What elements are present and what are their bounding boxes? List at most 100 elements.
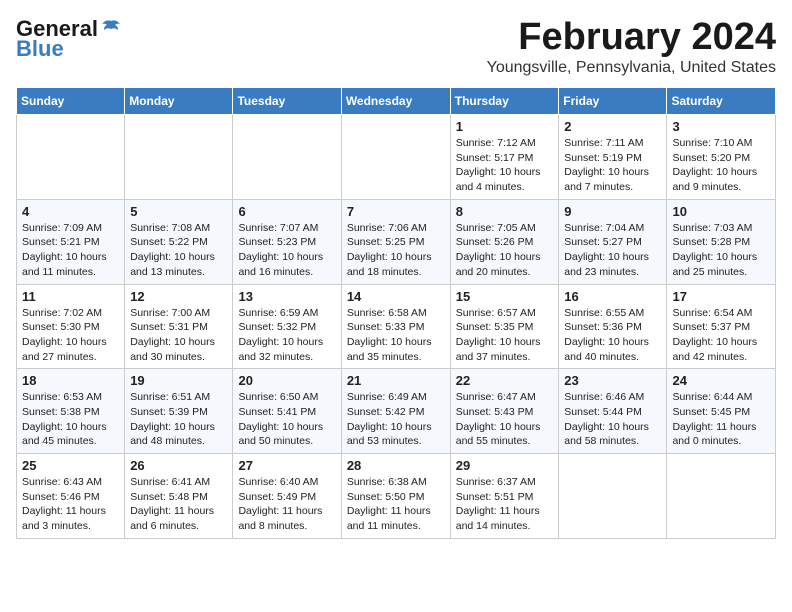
calendar-cell: 3Sunrise: 7:10 AM Sunset: 5:20 PM Daylig… (667, 115, 776, 200)
calendar-cell: 17 Sunrise: 6:54 AM Sunset: 5:37 PM Dayli… (667, 284, 776, 369)
day-number: 7 (347, 204, 445, 219)
calendar-cell: 4 Sunrise: 7:09 AM Sunset: 5:21 PM Daylig… (17, 199, 125, 284)
calendar-cell (341, 115, 450, 200)
weekday-header-saturday: Saturday (667, 88, 776, 115)
day-info: Sunrise: 6:49 AM Sunset: 5:42 PM Dayligh… (347, 390, 445, 449)
day-info: Sunrise: 6:54 AM Sunset: 5:37 PM Dayligh… (672, 306, 770, 365)
calendar-cell: 22Sunrise: 6:47 AM Sunset: 5:43 PM Dayli… (450, 369, 559, 454)
day-number: 9 (564, 204, 661, 219)
calendar-cell: 18 Sunrise: 6:53 AM Sunset: 5:38 PM Dayli… (17, 369, 125, 454)
day-number: 15 (456, 289, 554, 304)
calendar-cell: 24 Sunrise: 6:44 AM Sunset: 5:45 PM Dayli… (667, 369, 776, 454)
calendar-cell (17, 115, 125, 200)
location-title: Youngsville, Pennsylvania, United States (487, 59, 776, 77)
calendar-cell: 13 Sunrise: 6:59 AM Sunset: 5:32 PM Dayli… (233, 284, 341, 369)
calendar-week-row: 1Sunrise: 7:12 AM Sunset: 5:17 PM Daylig… (17, 115, 776, 200)
calendar-cell: 1Sunrise: 7:12 AM Sunset: 5:17 PM Daylig… (450, 115, 559, 200)
calendar-cell: 16Sunrise: 6:55 AM Sunset: 5:36 PM Dayli… (559, 284, 667, 369)
logo: General Blue (16, 16, 122, 62)
day-number: 25 (22, 458, 119, 473)
day-number: 19 (130, 373, 227, 388)
day-number: 24 (672, 373, 770, 388)
day-info: Sunrise: 7:04 AM Sunset: 5:27 PM Dayligh… (564, 221, 661, 280)
logo-blue: Blue (16, 36, 64, 62)
day-info: Sunrise: 6:58 AM Sunset: 5:33 PM Dayligh… (347, 306, 445, 365)
calendar-table: SundayMondayTuesdayWednesdayThursdayFrid… (16, 87, 776, 539)
calendar-cell: 29Sunrise: 6:37 AM Sunset: 5:51 PM Dayli… (450, 454, 559, 539)
weekday-header-sunday: Sunday (17, 88, 125, 115)
day-number: 14 (347, 289, 445, 304)
day-number: 28 (347, 458, 445, 473)
calendar-cell: 5 Sunrise: 7:08 AM Sunset: 5:22 PM Daylig… (125, 199, 233, 284)
day-info: Sunrise: 7:06 AM Sunset: 5:25 PM Dayligh… (347, 221, 445, 280)
day-number: 12 (130, 289, 227, 304)
day-number: 5 (130, 204, 227, 219)
calendar-cell (559, 454, 667, 539)
calendar-week-row: 18 Sunrise: 6:53 AM Sunset: 5:38 PM Dayli… (17, 369, 776, 454)
day-info: Sunrise: 6:55 AM Sunset: 5:36 PM Dayligh… (564, 306, 661, 365)
calendar-cell: 28 Sunrise: 6:38 AM Sunset: 5:50 PM Dayli… (341, 454, 450, 539)
calendar-cell: 21 Sunrise: 6:49 AM Sunset: 5:42 PM Dayli… (341, 369, 450, 454)
day-info: Sunrise: 7:11 AM Sunset: 5:19 PM Dayligh… (564, 136, 661, 195)
calendar-week-row: 11Sunrise: 7:02 AM Sunset: 5:30 PM Dayli… (17, 284, 776, 369)
title-area: February 2024 Youngsville, Pennsylvania,… (487, 16, 776, 77)
day-info: Sunrise: 6:51 AM Sunset: 5:39 PM Dayligh… (130, 390, 227, 449)
calendar-cell: 19 Sunrise: 6:51 AM Sunset: 5:39 PM Dayli… (125, 369, 233, 454)
calendar-cell: 26 Sunrise: 6:41 AM Sunset: 5:48 PM Dayli… (125, 454, 233, 539)
day-info: Sunrise: 7:09 AM Sunset: 5:21 PM Dayligh… (22, 221, 119, 280)
day-info: Sunrise: 6:59 AM Sunset: 5:32 PM Dayligh… (238, 306, 335, 365)
calendar-cell: 25 Sunrise: 6:43 AM Sunset: 5:46 PM Dayli… (17, 454, 125, 539)
calendar-cell (233, 115, 341, 200)
day-info: Sunrise: 7:03 AM Sunset: 5:28 PM Dayligh… (672, 221, 770, 280)
day-number: 4 (22, 204, 119, 219)
day-number: 2 (564, 119, 661, 134)
calendar-cell: 6Sunrise: 7:07 AM Sunset: 5:23 PM Daylig… (233, 199, 341, 284)
weekday-header-row: SundayMondayTuesdayWednesdayThursdayFrid… (17, 88, 776, 115)
calendar-cell: 2 Sunrise: 7:11 AM Sunset: 5:19 PM Daylig… (559, 115, 667, 200)
day-number: 13 (238, 289, 335, 304)
weekday-header-wednesday: Wednesday (341, 88, 450, 115)
day-info: Sunrise: 6:57 AM Sunset: 5:35 PM Dayligh… (456, 306, 554, 365)
day-info: Sunrise: 7:07 AM Sunset: 5:23 PM Dayligh… (238, 221, 335, 280)
day-number: 20 (238, 373, 335, 388)
page-header: General Blue February 2024 Youngsville, … (16, 16, 776, 77)
calendar-cell (667, 454, 776, 539)
day-info: Sunrise: 6:53 AM Sunset: 5:38 PM Dayligh… (22, 390, 119, 449)
calendar-cell: 11Sunrise: 7:02 AM Sunset: 5:30 PM Dayli… (17, 284, 125, 369)
weekday-header-thursday: Thursday (450, 88, 559, 115)
calendar-cell: 8 Sunrise: 7:05 AM Sunset: 5:26 PM Daylig… (450, 199, 559, 284)
weekday-header-tuesday: Tuesday (233, 88, 341, 115)
day-info: Sunrise: 6:43 AM Sunset: 5:46 PM Dayligh… (22, 475, 119, 534)
day-info: Sunrise: 6:50 AM Sunset: 5:41 PM Dayligh… (238, 390, 335, 449)
calendar-cell: 14 Sunrise: 6:58 AM Sunset: 5:33 PM Dayli… (341, 284, 450, 369)
calendar-cell: 10Sunrise: 7:03 AM Sunset: 5:28 PM Dayli… (667, 199, 776, 284)
day-info: Sunrise: 6:46 AM Sunset: 5:44 PM Dayligh… (564, 390, 661, 449)
day-info: Sunrise: 6:41 AM Sunset: 5:48 PM Dayligh… (130, 475, 227, 534)
calendar-cell: 12 Sunrise: 7:00 AM Sunset: 5:31 PM Dayli… (125, 284, 233, 369)
day-info: Sunrise: 7:05 AM Sunset: 5:26 PM Dayligh… (456, 221, 554, 280)
calendar-week-row: 25 Sunrise: 6:43 AM Sunset: 5:46 PM Dayli… (17, 454, 776, 539)
month-title: February 2024 (487, 16, 776, 59)
day-info: Sunrise: 6:37 AM Sunset: 5:51 PM Dayligh… (456, 475, 554, 534)
calendar-cell: 9 Sunrise: 7:04 AM Sunset: 5:27 PM Daylig… (559, 199, 667, 284)
day-info: Sunrise: 7:02 AM Sunset: 5:30 PM Dayligh… (22, 306, 119, 365)
day-number: 18 (22, 373, 119, 388)
day-number: 26 (130, 458, 227, 473)
day-number: 21 (347, 373, 445, 388)
calendar-week-row: 4 Sunrise: 7:09 AM Sunset: 5:21 PM Daylig… (17, 199, 776, 284)
calendar-cell: 20 Sunrise: 6:50 AM Sunset: 5:41 PM Dayli… (233, 369, 341, 454)
day-number: 23 (564, 373, 661, 388)
day-info: Sunrise: 6:38 AM Sunset: 5:50 PM Dayligh… (347, 475, 445, 534)
calendar-cell: 23 Sunrise: 6:46 AM Sunset: 5:44 PM Dayli… (559, 369, 667, 454)
day-info: Sunrise: 7:00 AM Sunset: 5:31 PM Dayligh… (130, 306, 227, 365)
day-number: 17 (672, 289, 770, 304)
day-number: 1 (456, 119, 554, 134)
logo-bird-icon (100, 19, 122, 39)
day-number: 27 (238, 458, 335, 473)
day-number: 8 (456, 204, 554, 219)
day-info: Sunrise: 6:44 AM Sunset: 5:45 PM Dayligh… (672, 390, 770, 449)
day-info: Sunrise: 7:08 AM Sunset: 5:22 PM Dayligh… (130, 221, 227, 280)
day-info: Sunrise: 6:40 AM Sunset: 5:49 PM Dayligh… (238, 475, 335, 534)
day-number: 22 (456, 373, 554, 388)
weekday-header-monday: Monday (125, 88, 233, 115)
